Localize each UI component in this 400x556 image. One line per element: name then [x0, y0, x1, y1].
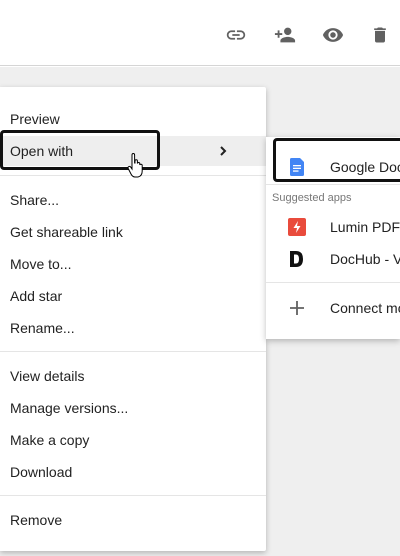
submenu-item-label: Lumin PDF [330, 219, 400, 235]
remove-button[interactable] [367, 22, 393, 48]
submenu-item-label: Google Doc [330, 159, 400, 175]
chevron-right-icon [220, 146, 227, 156]
add-person-icon [274, 27, 296, 43]
menu-divider [0, 495, 266, 496]
menu-item-label: View details [10, 368, 85, 384]
menu-item-manage-versions[interactable]: Manage versions... [0, 393, 266, 423]
trash-icon [374, 27, 386, 43]
submenu-item-connect-more-apps[interactable]: Connect mo [266, 293, 400, 323]
google-docs-icon [288, 158, 306, 176]
submenu-item-label: Connect mo [330, 300, 400, 316]
menu-item-make-a-copy[interactable]: Make a copy [0, 425, 266, 455]
menu-item-label: Add star [10, 288, 63, 304]
menu-item-label: Preview [10, 111, 60, 127]
menu-item-download[interactable]: Download [0, 457, 266, 487]
plus-icon [288, 299, 306, 317]
submenu-item-dochub[interactable]: DocHub - V [266, 244, 400, 274]
menu-item-share[interactable]: Share... [0, 185, 266, 215]
menu-item-label: Get shareable link [10, 224, 123, 240]
submenu-divider [266, 282, 400, 283]
menu-item-label: Move to... [10, 256, 72, 272]
menu-item-label: Remove [10, 512, 63, 528]
eye-icon [322, 28, 344, 42]
menu-item-add-star[interactable]: Add star [0, 281, 266, 311]
menu-item-label: Share... [10, 192, 60, 208]
submenu-item-google-docs[interactable]: Google Doc [266, 152, 400, 182]
submenu-divider [266, 184, 400, 185]
lumin-pdf-icon [288, 218, 306, 236]
link-icon [226, 30, 246, 40]
menu-item-move-to[interactable]: Move to... [0, 249, 266, 279]
menu-divider [0, 351, 266, 352]
menu-item-view-details[interactable]: View details [0, 361, 266, 391]
menu-item-get-shareable-link[interactable]: Get shareable link [0, 217, 266, 247]
share-button[interactable] [272, 22, 298, 48]
submenu-item-label: DocHub - V [330, 251, 400, 267]
submenu-item-lumin-pdf[interactable]: Lumin PDF [266, 212, 400, 242]
menu-item-label: Manage versions... [10, 400, 129, 416]
menu-item-remove[interactable]: Remove [0, 505, 266, 535]
hand-cursor-icon [127, 153, 143, 178]
dochub-icon [288, 250, 306, 268]
get-link-button[interactable] [223, 22, 249, 48]
menu-item-label: Make a copy [10, 432, 90, 448]
preview-button[interactable] [320, 22, 346, 48]
open-with-submenu: Google Doc Suggested apps Lumin PDF DocH… [266, 137, 400, 339]
suggested-apps-heading: Suggested apps [272, 192, 352, 204]
menu-item-preview[interactable]: Preview [0, 104, 266, 134]
menu-item-label: Open with [10, 143, 74, 159]
menu-item-rename[interactable]: Rename... [0, 313, 266, 343]
top-toolbar [0, 0, 400, 66]
menu-item-label: Rename... [10, 320, 75, 336]
menu-item-label: Download [10, 464, 73, 480]
